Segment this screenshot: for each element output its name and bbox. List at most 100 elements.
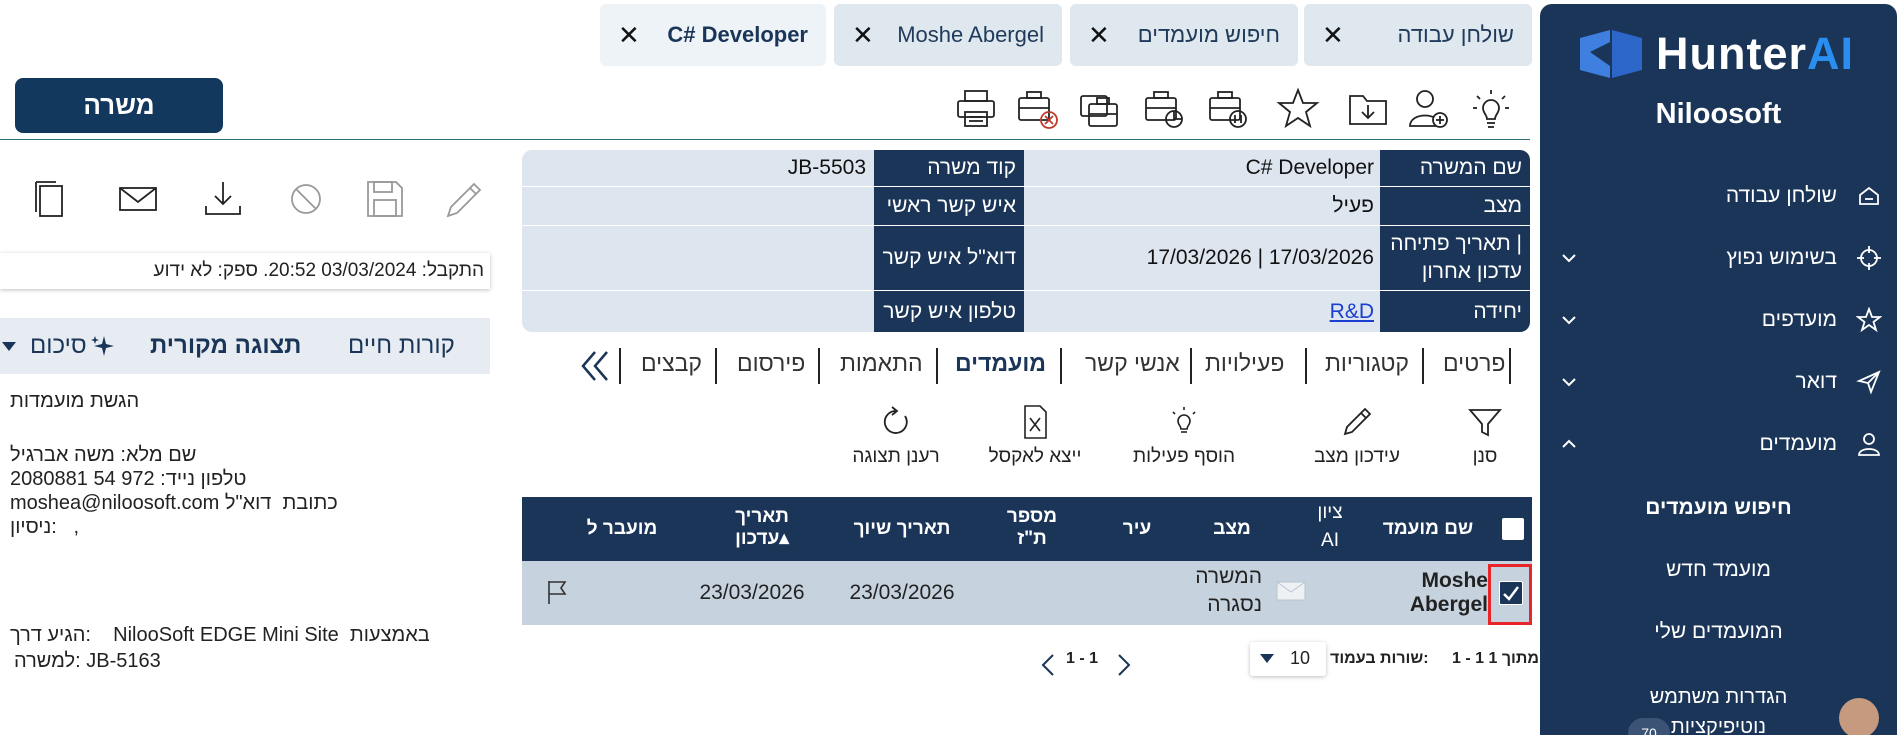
- resume-line: ניסיון: ,: [10, 516, 80, 538]
- tab-matches[interactable]: התאמות: [840, 350, 923, 384]
- envelope-icon[interactable]: [1276, 581, 1306, 601]
- tab-separator: [1190, 348, 1192, 384]
- pager-info: 1 - 1 מתוך 1: [1452, 650, 1539, 667]
- close-icon[interactable]: ✕: [1322, 20, 1344, 51]
- briefcase-pause-icon[interactable]: [1204, 86, 1250, 132]
- caret-down-icon: [1260, 654, 1274, 663]
- briefcase-report-icon[interactable]: [1140, 86, 1186, 132]
- col-ai-score-1[interactable]: ציון: [1298, 501, 1362, 525]
- lightbulb-icon[interactable]: [1468, 86, 1514, 132]
- checkmark-icon: [1503, 586, 1519, 601]
- pencil-icon: [1343, 407, 1372, 436]
- position-button[interactable]: משרה: [15, 78, 223, 133]
- tab-candidates[interactable]: מועמדים: [955, 350, 1046, 384]
- briefcase-cancel-icon[interactable]: [1013, 86, 1059, 132]
- row-divider: [522, 225, 1530, 226]
- sidebar-item-workdesk[interactable]: שולחן עבודה: [1540, 172, 1897, 220]
- next-page-icon[interactable]: [1116, 652, 1132, 678]
- tab-search-candidates[interactable]: ✕ חיפוש מועמדים: [1070, 4, 1298, 66]
- prev-page-icon[interactable]: [1040, 652, 1056, 678]
- tab-contacts[interactable]: אנשי קשר: [1085, 350, 1180, 384]
- select-all-checkbox[interactable]: [1502, 518, 1524, 540]
- unit-link[interactable]: R&D: [1032, 291, 1382, 332]
- edit-icon[interactable]: [442, 176, 488, 222]
- user-icon: [1855, 430, 1883, 458]
- sidebar-item-label: שולחן עבודה: [1725, 184, 1837, 207]
- table-row[interactable]: Moshe Abergel המשרה נסגרה 23/03/2026 23/…: [522, 561, 1532, 625]
- resume-line: למשרה: JB-5163: [14, 650, 161, 672]
- rows-per-page-value: 10: [1290, 648, 1311, 668]
- tab-original-view[interactable]: תצוגה מקורית: [150, 332, 301, 360]
- sidebar-item-candidates[interactable]: מועמדים: [1540, 420, 1897, 468]
- filter-button[interactable]: סנן: [1462, 404, 1508, 468]
- tab-summary[interactable]: סיכום: [30, 332, 87, 360]
- mail-icon[interactable]: [115, 176, 161, 222]
- col-city[interactable]: עיר: [1102, 517, 1172, 541]
- flag-icon[interactable]: [546, 579, 568, 605]
- briefcase-copy-icon[interactable]: [1077, 86, 1123, 132]
- updated-label: עדכון אחרון: [1421, 260, 1522, 283]
- tab-categories[interactable]: קטגוריות: [1325, 350, 1409, 384]
- tab-candidate-moshe-abergel[interactable]: ✕ Moshe Abergel: [834, 4, 1062, 66]
- tab-activities[interactable]: פעילויות: [1205, 350, 1284, 384]
- received-info: התקבל: 03/03/2024 20:52. ספק: לא ידוע: [0, 253, 490, 289]
- col-candidate-name[interactable]: שם מועמד: [1368, 517, 1488, 541]
- tab-cv[interactable]: קורות חיים: [348, 332, 455, 360]
- row-status: המשרה נסגרה: [1162, 563, 1262, 619]
- star-icon[interactable]: [1275, 86, 1321, 132]
- grid-header: שם מועמד ציון AI מצב עיר מספר ת"ז תאריך …: [522, 497, 1532, 561]
- tab-separator: [1060, 348, 1062, 384]
- user-add-icon[interactable]: [1405, 86, 1451, 132]
- candidate-name-link[interactable]: Moshe Abergel: [1368, 569, 1488, 617]
- unit-label: יחידה: [1380, 291, 1530, 332]
- tab-separator: [1509, 348, 1511, 384]
- sidebar-subitem-search-candidates[interactable]: חיפוש מועמדים: [1540, 496, 1897, 520]
- row-updated-date: 23/03/2026: [699, 581, 805, 604]
- tab-files[interactable]: קבצים: [641, 350, 702, 384]
- close-icon[interactable]: ✕: [852, 20, 874, 51]
- refresh-view-button[interactable]: רענן תצוגה: [848, 404, 944, 468]
- folder-download-icon[interactable]: [1345, 86, 1391, 132]
- download-icon[interactable]: [200, 176, 246, 222]
- resume-line: טלפון נייד: 972 54 2080881: [10, 468, 247, 490]
- export-excel-button[interactable]: ייצא לאקסל: [982, 404, 1088, 468]
- tab-details[interactable]: פרטים: [1443, 350, 1505, 384]
- sidebar-subitem-new-candidate[interactable]: מועמד חדש: [1540, 558, 1897, 582]
- export-excel-label: ייצא לאקסל: [988, 446, 1082, 467]
- sidebar-item-mail[interactable]: דואר: [1540, 358, 1897, 406]
- sidebar-item-label: דואר: [1795, 370, 1838, 393]
- contact-email-label: דוא"ל איש קשר: [874, 226, 1024, 290]
- sidebar-subitem-my-candidates[interactable]: המועמדים שלי: [1540, 620, 1897, 644]
- filter-icon: [1468, 409, 1502, 437]
- add-activity-button[interactable]: הוסף פעילות: [1124, 404, 1244, 468]
- block-icon[interactable]: [283, 176, 329, 222]
- crosshair-icon: [1855, 244, 1883, 272]
- save-icon[interactable]: [362, 176, 408, 222]
- add-activity-label: הוסף פעילות: [1132, 446, 1236, 467]
- sidebar-item-favorites[interactable]: מועדפים: [1540, 296, 1897, 344]
- tab-workdesk[interactable]: ✕ שולחן עבודה: [1304, 4, 1532, 66]
- sidebar-item-frequent[interactable]: בשימוש נפוץ: [1540, 234, 1897, 282]
- row-assign-date: 23/03/2026: [849, 581, 955, 604]
- col-updated-1[interactable]: תאריך: [702, 505, 822, 529]
- update-status-button[interactable]: עידכון מצב: [1302, 404, 1412, 468]
- col-assign-date[interactable]: תאריך שיוך: [832, 517, 972, 541]
- print-icon[interactable]: [953, 86, 999, 132]
- tab-job-csharp-developer[interactable]: ✕ C# Developer: [600, 4, 826, 66]
- col-status[interactable]: מצב: [1182, 517, 1282, 541]
- col-id-number-1[interactable]: מספר: [982, 505, 1082, 529]
- caret-down-icon[interactable]: [2, 342, 16, 352]
- col-transferred-to[interactable]: מועבר ל: [562, 517, 682, 541]
- tab-separator: [936, 348, 938, 384]
- copy-icon[interactable]: [28, 176, 74, 222]
- sidebar-item-label: בשימוש נפוץ: [1726, 246, 1837, 269]
- close-icon[interactable]: ✕: [618, 20, 640, 51]
- avatar[interactable]: [1839, 698, 1879, 735]
- tab-publishing[interactable]: פירסום: [737, 350, 805, 384]
- row-checkbox[interactable]: [1499, 581, 1523, 605]
- close-icon[interactable]: ✕: [1088, 20, 1110, 51]
- contact-phone-value: [522, 291, 874, 332]
- rows-per-page-select[interactable]: 10: [1250, 642, 1326, 676]
- candidates-grid: שם מועמד ציון AI מצב עיר מספר ת"ז תאריך …: [522, 497, 1532, 625]
- chevrons-left-icon[interactable]: [577, 348, 611, 384]
